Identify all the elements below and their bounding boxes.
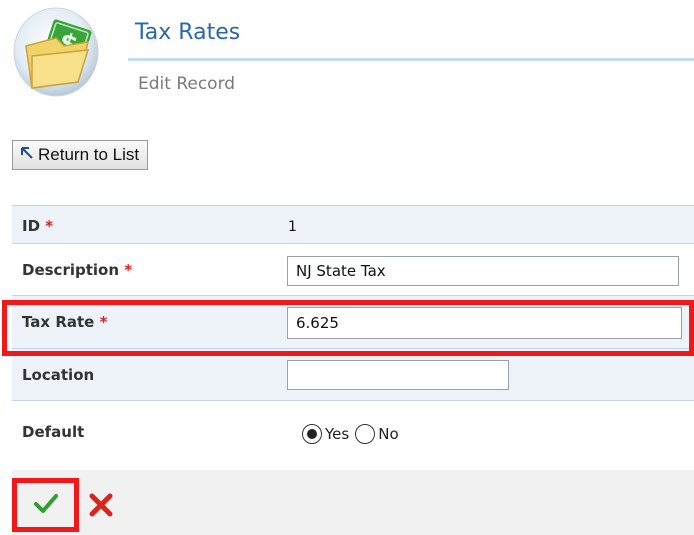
- default-yes-radio[interactable]: [302, 424, 322, 444]
- default-yes-label: Yes: [325, 425, 350, 443]
- cancel-button[interactable]: [84, 490, 118, 524]
- radio-selected-dot: [307, 429, 317, 439]
- form-row-id: ID * 1: [12, 205, 694, 243]
- default-no-label: No: [378, 425, 399, 443]
- form-row-description: Description *: [12, 243, 694, 295]
- edit-form: ID * 1 Description * Tax Rate * Location…: [12, 205, 694, 462]
- id-label: ID *: [22, 217, 54, 235]
- location-field[interactable]: [287, 360, 509, 390]
- title-divider: [128, 58, 694, 61]
- form-row-tax-rate: Tax Rate *: [12, 295, 694, 348]
- tax-rate-label: Tax Rate *: [22, 313, 108, 331]
- id-value: 1: [288, 219, 297, 235]
- default-label: Default: [22, 423, 85, 441]
- arrow-up-left-icon: [19, 145, 35, 166]
- required-marker: *: [45, 217, 54, 235]
- required-marker: *: [124, 261, 133, 279]
- return-to-list-label: Return to List: [38, 145, 140, 164]
- page-subtitle: Edit Record: [138, 74, 236, 94]
- tax-rate-field[interactable]: [287, 307, 682, 339]
- form-row-default: Default Yes No: [12, 400, 694, 462]
- checkmark-icon: [33, 492, 59, 518]
- x-icon: [88, 492, 114, 522]
- default-radio-group: Yes No: [302, 424, 399, 444]
- money-folder-icon: $: [12, 6, 100, 98]
- location-label: Location: [22, 366, 95, 384]
- form-row-location: Location: [12, 348, 694, 400]
- return-to-list-button[interactable]: Return to List: [12, 140, 149, 170]
- required-marker: *: [99, 313, 108, 331]
- save-button[interactable]: [14, 480, 78, 530]
- default-no-radio[interactable]: [355, 424, 376, 444]
- page-title: Tax Rates: [135, 20, 241, 45]
- description-label: Description *: [22, 261, 133, 279]
- description-field[interactable]: [287, 256, 679, 286]
